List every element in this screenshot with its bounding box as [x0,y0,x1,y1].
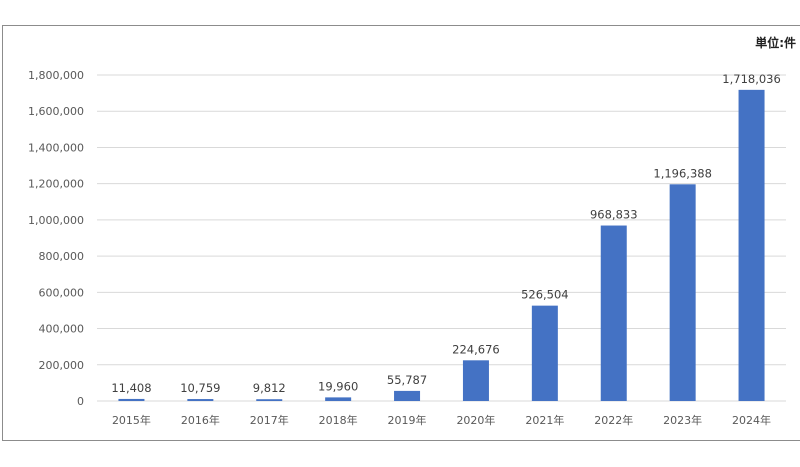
y-tick-label: 1,200,000 [28,178,84,191]
bars [118,89,765,401]
data-label: 11,408 [111,381,151,395]
data-label: 9,812 [253,381,286,395]
y-tick-label: 1,000,000 [28,214,84,227]
y-tick-label: 800,000 [39,250,85,263]
y-axis-ticks: 0 200,000 400,000 600,000 800,000 1,000,000 1,… [28,69,84,408]
data-label: 55,787 [387,373,427,387]
bar-chart: 0 200,000 400,000 600,000 800,000 1,000,000 1,… [28,69,786,427]
x-tick-label: 2024年 [732,413,771,427]
bar [669,184,696,401]
data-label: 526,504 [521,288,569,302]
y-tick-label: 200,000 [39,359,85,372]
data-label: 1,718,036 [722,72,781,86]
bar [394,390,421,401]
y-tick-label: 400,000 [39,323,85,336]
x-tick-label: 2016年 [181,413,220,427]
x-tick-label: 2018年 [319,413,358,427]
x-tick-label: 2019年 [388,413,427,427]
y-tick-label: 0 [77,395,84,408]
x-tick-label: 2017年 [250,413,289,427]
data-label: 1,196,388 [653,166,712,180]
bar [325,397,352,401]
data-label: 19,960 [318,379,358,393]
y-tick-label: 1,600,000 [28,105,84,118]
bar [187,399,214,401]
x-tick-label: 2020年 [456,413,495,427]
y-tick-label: 1,800,000 [28,69,84,82]
x-tick-label: 2015年 [112,413,151,427]
y-tick-label: 1,400,000 [28,141,84,154]
data-label: 968,833 [590,208,638,222]
bar [118,398,145,401]
bar [531,305,558,401]
data-label: 224,676 [452,342,500,356]
x-tick-label: 2023年 [663,413,702,427]
bar [462,360,489,401]
x-tick-label: 2022年 [594,413,633,427]
bar [738,89,765,401]
x-axis-ticks: 2015年 2016年 2017年 2018年 2019年 2020年 2021年 2022年… [112,413,771,427]
data-label: 10,759 [180,381,220,395]
x-tick-label: 2021年 [525,413,564,427]
bar [600,225,627,401]
y-tick-label: 600,000 [39,286,85,299]
bar [256,399,283,401]
